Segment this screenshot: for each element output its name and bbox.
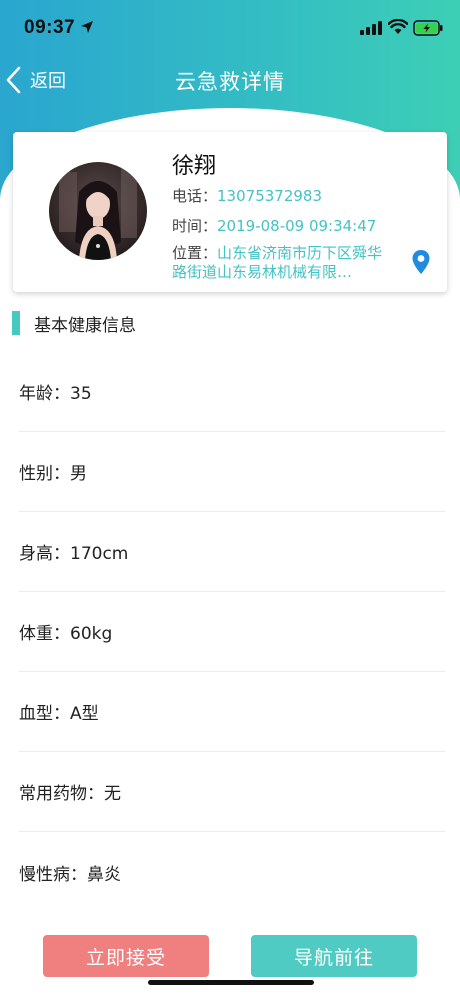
health-row-chronic-disease: 慢性病：鼻炎 <box>19 864 121 885</box>
section-accent-bar <box>12 311 20 335</box>
health-row-gender: 性别：男 <box>19 432 445 512</box>
patient-card: 徐翔 电话：13075372983 时间：2019-08-09 09:34:47… <box>13 132 447 292</box>
battery-charging-icon <box>413 20 443 36</box>
section-title: 基本健康信息 <box>34 315 136 336</box>
health-row-medications: 常用药物：无 <box>19 752 445 832</box>
time-line: 时间：2019-08-09 09:34:47 <box>172 215 376 236</box>
home-indicator <box>148 980 314 985</box>
health-row-age: 年龄：35 <box>19 352 445 432</box>
health-row-weight: 体重：60kg <box>19 592 445 672</box>
phone-label: 电话： <box>172 187 218 205</box>
location-line: 位置：山东省济南市历下区舜华路街道山东易林机械有限… <box>172 244 392 282</box>
time-value: 2019-08-09 09:34:47 <box>217 217 377 235</box>
navigation-bar: 返回 云急救详情 <box>0 56 460 106</box>
location-pin-icon[interactable] <box>411 249 431 275</box>
health-row-height: 身高：170cm <box>19 512 445 592</box>
time-label: 时间： <box>172 217 218 235</box>
patient-name: 徐翔 <box>172 154 217 179</box>
accept-button[interactable]: 立即接受 <box>43 935 209 977</box>
health-row-blood-type: 血型：A型 <box>19 672 445 752</box>
phone-link[interactable]: 13075372983 <box>217 187 322 205</box>
section-header: 基本健康信息 <box>12 310 136 336</box>
location-label: 位置： <box>172 244 218 262</box>
health-info-list: 年龄：35 性别：男 身高：170cm 体重：60kg 血型：A型 常用药物：无… <box>19 352 445 912</box>
status-time: 09:37 <box>24 17 76 38</box>
page-title: 云急救详情 <box>175 70 285 94</box>
cellular-signal-icon <box>360 21 382 35</box>
avatar-photo <box>49 162 147 260</box>
avatar[interactable] <box>49 162 147 260</box>
status-bar: 09:37 <box>0 0 460 56</box>
navigate-button[interactable]: 导航前往 <box>251 935 417 977</box>
wifi-icon <box>388 19 408 34</box>
location-arrow-icon <box>81 21 93 33</box>
phone-line: 电话：13075372983 <box>172 185 322 206</box>
